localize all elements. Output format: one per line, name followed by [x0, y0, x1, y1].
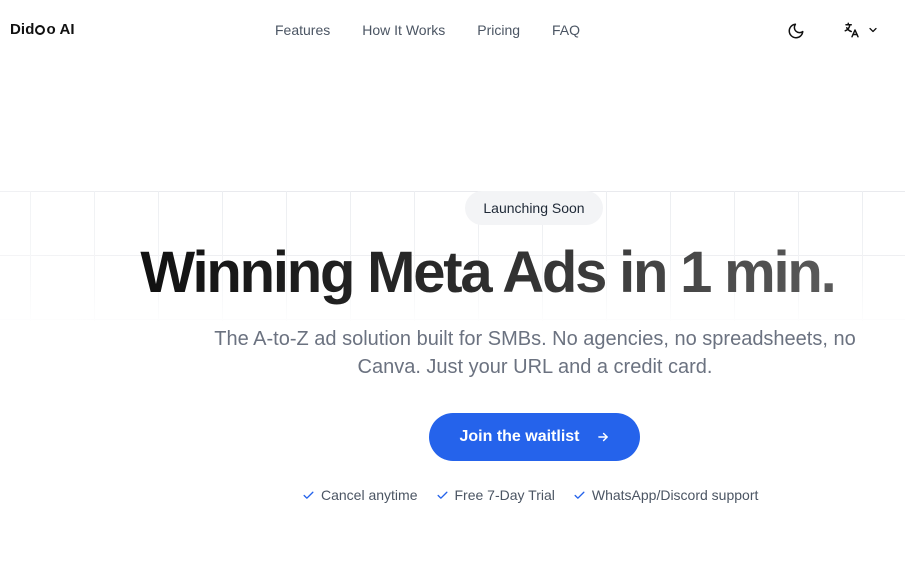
nav-links: Features How It Works Pricing FAQ	[275, 22, 580, 38]
logo[interactable]: Did o AI	[10, 21, 75, 38]
language-selector-button[interactable]	[843, 21, 879, 39]
check-icon	[574, 491, 585, 499]
check-icon	[436, 491, 448, 499]
perks-list: Cancel anytime Free 7-Day Trial WhatsApp…	[302, 487, 758, 503]
perk-item: Cancel anytime	[302, 487, 418, 503]
logo-text-end: o AI	[46, 21, 75, 38]
chevron-down-icon	[869, 27, 877, 33]
theme-toggle-button[interactable]	[787, 22, 805, 40]
logo-text-start: Did	[10, 21, 35, 38]
logo-ring-icon	[35, 24, 46, 35]
nav-link-how-it-works[interactable]: How It Works	[362, 22, 445, 38]
nav-link-features[interactable]: Features	[275, 22, 330, 38]
moon-icon	[788, 23, 804, 39]
arrow-right-icon	[597, 432, 608, 442]
launching-soon-badge: Launching Soon	[465, 191, 603, 225]
perk-label: WhatsApp/Discord support	[591, 487, 759, 503]
hero-headline: Winning Meta Ads in 1 min.	[0, 237, 905, 309]
nav-link-faq[interactable]: FAQ	[552, 22, 580, 38]
top-navbar: Did o AI Features How It Works Pricing F…	[0, 0, 905, 62]
perk-item: WhatsApp/Discord support	[573, 487, 759, 503]
join-waitlist-label: Join the waitlist	[459, 428, 580, 445]
check-icon	[303, 491, 314, 499]
hero-headline-text: Winning Meta Ads in 1 min.	[140, 240, 836, 305]
join-waitlist-button[interactable]: Join the waitlist	[429, 413, 640, 461]
perk-label: Cancel anytime	[321, 487, 418, 503]
perk-label: Free 7-Day Trial	[454, 487, 555, 503]
perk-item: Free 7-Day Trial	[436, 487, 555, 503]
hero-subtitle: The A-to-Z ad solution built for SMBs. N…	[214, 328, 856, 378]
nav-link-pricing[interactable]: Pricing	[477, 22, 520, 38]
translate-icon	[844, 22, 859, 38]
